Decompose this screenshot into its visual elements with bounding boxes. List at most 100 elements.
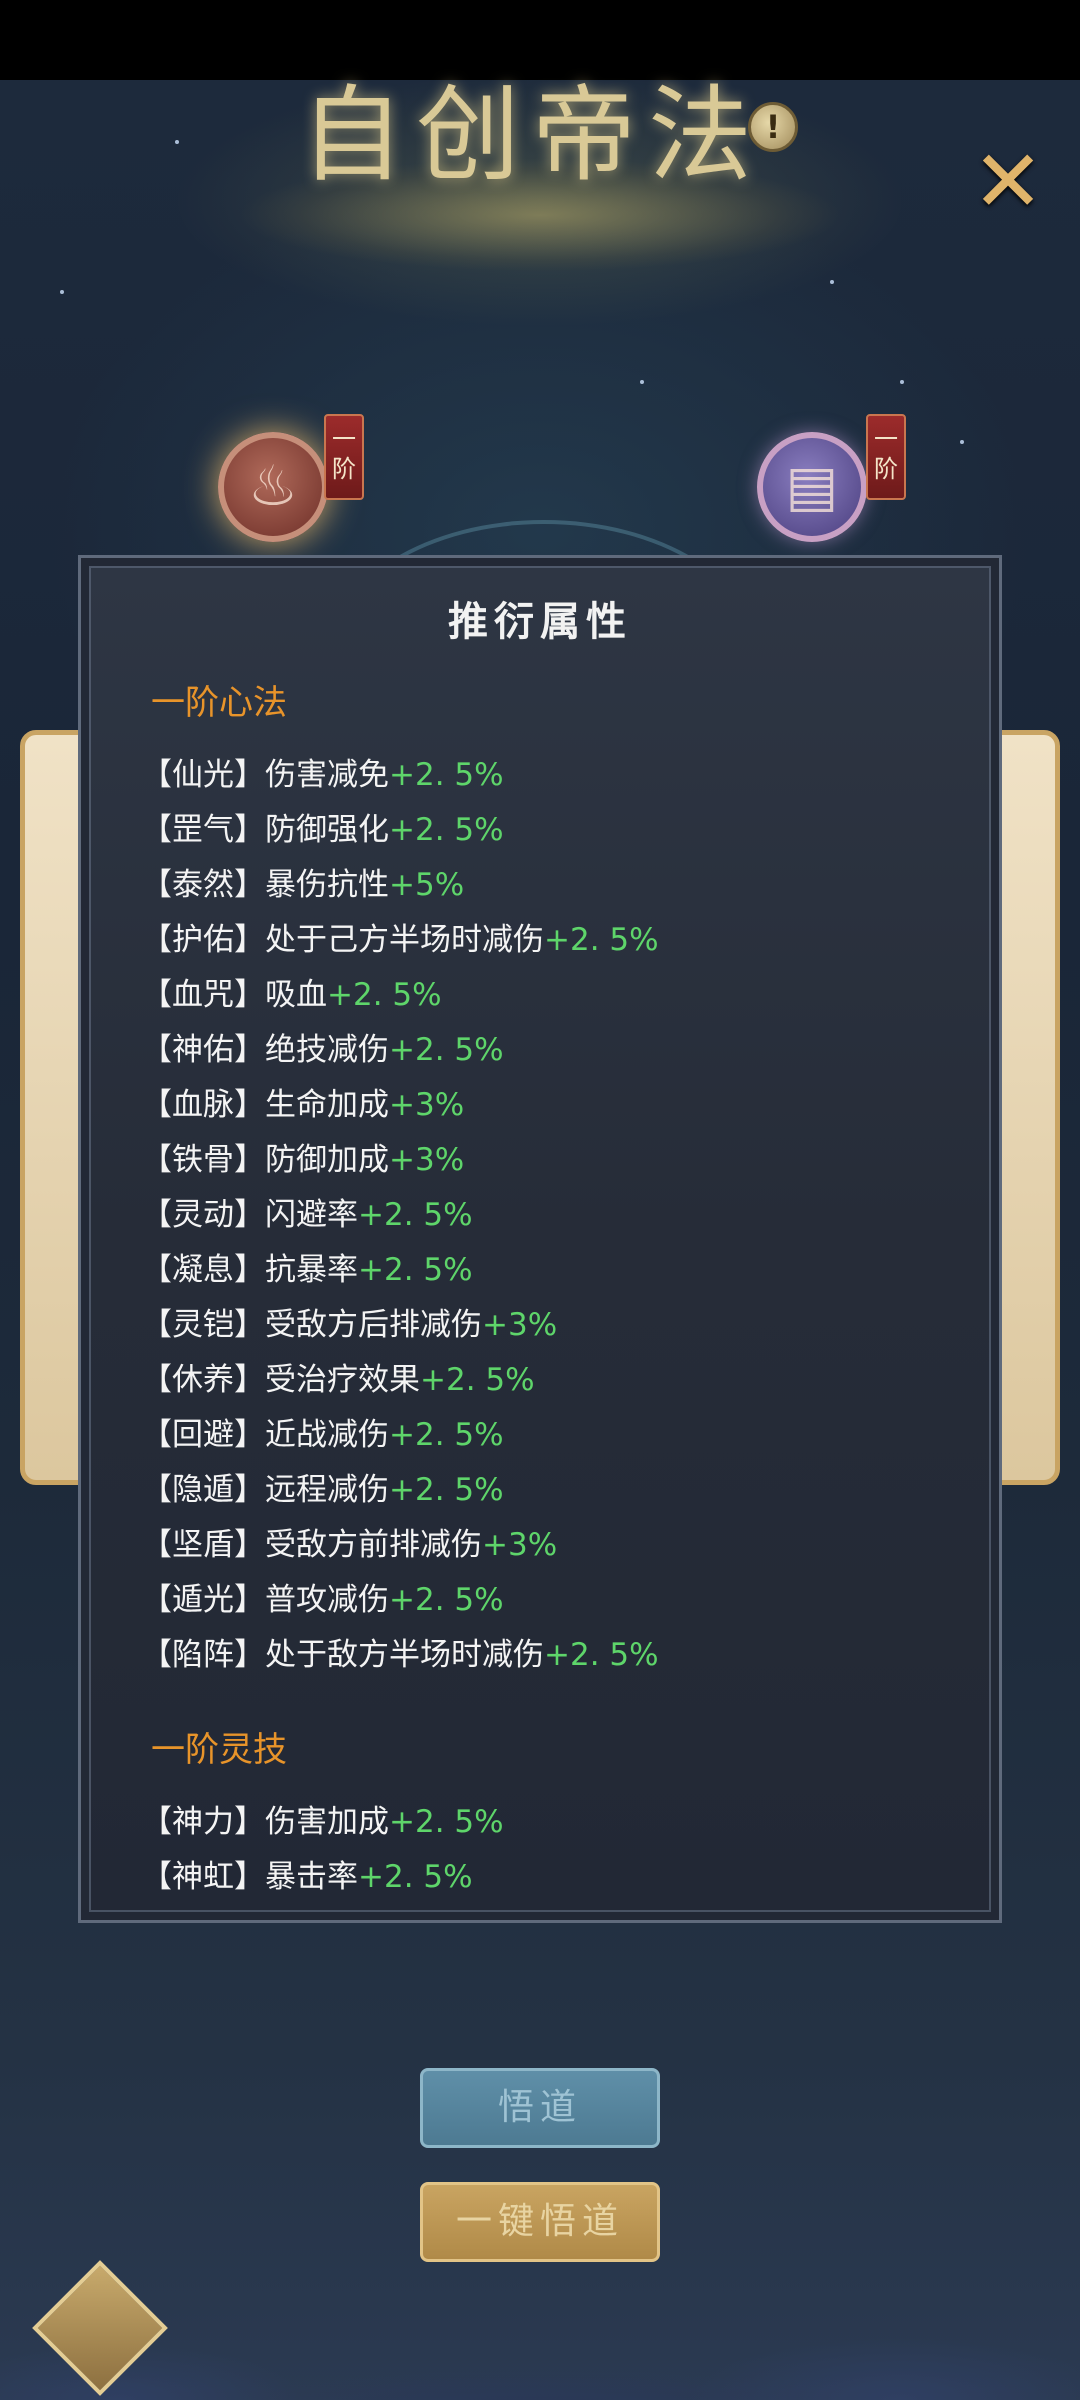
attribute-name: 【神力】: [141, 1804, 265, 1840]
attributes-panel: 推衍属性 一阶心法 【仙光】伤害减免+2. 5% 【罡气】防御强化+2. 5% 【泰然…: [78, 555, 1002, 1923]
attribute-list: 【仙光】伤害减免+2. 5% 【罡气】防御强化+2. 5% 【泰然】暴伤抗性+5% 【…: [141, 748, 999, 1683]
attribute-name: 【遁光】: [141, 1582, 265, 1618]
attribute-desc: 处于己方半场时减伤: [265, 922, 544, 958]
attribute-bonus: +2. 5%: [420, 1362, 535, 1398]
attribute-bonus: +2. 5%: [389, 1472, 504, 1508]
attribute-desc: 绝技减伤: [265, 1032, 389, 1068]
attribute-desc: 伤害减免: [265, 757, 389, 793]
attribute-bonus: +2. 5%: [389, 1417, 504, 1453]
attribute-row: 【遁光】普攻减伤+2. 5%: [141, 1573, 999, 1628]
panel-title: 推衍属性: [448, 598, 632, 645]
attribute-bonus: +2. 5%: [389, 1032, 504, 1068]
attribute-row: 【神虹】暴击率+2. 5%: [141, 1850, 999, 1890]
attribute-bonus: +3%: [482, 1527, 558, 1563]
attribute-row: 【凝息】抗暴率+2. 5%: [141, 1243, 999, 1298]
attribute-name: 【回避】: [141, 1417, 265, 1453]
attribute-row: 【泰然】暴伤抗性+5%: [141, 858, 999, 913]
attribute-name: 【隐遁】: [141, 1472, 265, 1508]
attribute-desc: 防御加成: [265, 1142, 389, 1178]
attribute-row: 【神佑】绝技减伤+2. 5%: [141, 1023, 999, 1078]
attribute-bonus: +2. 5%: [358, 1252, 473, 1288]
attribute-desc: 抗暴率: [265, 1252, 358, 1288]
attribute-bonus: +2. 5%: [358, 1197, 473, 1233]
attribute-bonus: +3%: [389, 1142, 465, 1178]
attribute-desc: 近战减伤: [265, 1417, 389, 1453]
attribute-row: 【血脉】生命加成+3%: [141, 1078, 999, 1133]
attribute-bonus: +5%: [389, 867, 465, 903]
attribute-bonus: +2. 5%: [389, 1582, 504, 1618]
bottom-cloud-decoration: [0, 2270, 1080, 2400]
attribute-name: 【泰然】: [141, 867, 265, 903]
attribute-desc: 远程减伤: [265, 1472, 389, 1508]
attribute-name: 【神虹】: [141, 1859, 265, 1890]
attribute-row: 【铁骨】防御加成+3%: [141, 1133, 999, 1188]
attribute-name: 【陷阵】: [141, 1637, 265, 1673]
attribute-name: 【神佑】: [141, 1032, 265, 1068]
attribute-desc: 闪避率: [265, 1197, 358, 1233]
attribute-desc: 伤害加成: [265, 1804, 389, 1840]
attribute-name: 【灵动】: [141, 1197, 265, 1233]
attribute-desc: 防御强化: [265, 812, 389, 848]
section-title: 一阶心法: [151, 683, 287, 723]
star-decoration: [60, 290, 64, 294]
attribute-bonus: +3%: [389, 1087, 465, 1123]
star-decoration: [640, 380, 644, 384]
attribute-desc: 生命加成: [265, 1087, 389, 1123]
attribute-name: 【灵铠】: [141, 1307, 265, 1343]
attribute-bonus: +2. 5%: [358, 1859, 473, 1890]
attribute-row: 【坚盾】受敌方前排减伤+3%: [141, 1518, 999, 1573]
attribute-name: 【凝息】: [141, 1252, 265, 1288]
attribute-desc: 受治疗效果: [265, 1362, 420, 1398]
attributes-scroll-area[interactable]: 一阶心法 【仙光】伤害减免+2. 5% 【罡气】防御强化+2. 5% 【泰然】暴伤抗性…: [81, 678, 999, 1890]
attribute-desc: 受敌方后排减伤: [265, 1307, 482, 1343]
close-x-icon[interactable]: ✕: [968, 139, 1048, 225]
skill-orb-left[interactable]: ♨: [218, 432, 328, 542]
attribute-row: 【休养】受治疗效果+2. 5%: [141, 1353, 999, 1408]
attribute-bonus: +2. 5%: [389, 812, 504, 848]
attribute-name: 【血咒】: [141, 977, 265, 1013]
page-title: 自创帝法: [300, 74, 765, 196]
star-decoration: [960, 440, 964, 444]
attribute-desc: 受敌方前排减伤: [265, 1527, 482, 1563]
star-decoration: [900, 380, 904, 384]
exclamation-icon[interactable]: !: [748, 102, 798, 152]
attribute-name: 【罡气】: [141, 812, 265, 848]
attribute-row: 【灵动】闪避率+2. 5%: [141, 1188, 999, 1243]
book-icon: ▤: [785, 454, 839, 519]
flame-heart-icon: ♨: [247, 454, 299, 519]
attribute-desc: 吸血: [265, 977, 327, 1013]
attribute-row: 【隐遁】远程减伤+2. 5%: [141, 1463, 999, 1518]
attribute-row: 【仙光】伤害减免+2. 5%: [141, 748, 999, 803]
attribute-name: 【休养】: [141, 1362, 265, 1398]
skill-orb-right[interactable]: ▤: [757, 432, 867, 542]
attribute-bonus: +2. 5%: [544, 922, 659, 958]
section-title: 一阶灵技: [151, 1730, 287, 1770]
attribute-row: 【血咒】吸血+2. 5%: [141, 968, 999, 1023]
attribute-bonus: +3%: [482, 1307, 558, 1343]
attribute-desc: 暴击率: [265, 1859, 358, 1890]
attribute-name: 【坚盾】: [141, 1527, 265, 1563]
attribute-bonus: +2. 5%: [327, 977, 442, 1013]
one-click-wudao-button[interactable]: 一键悟道: [420, 2182, 660, 2262]
attribute-row: 【神力】伤害加成+2. 5%: [141, 1795, 999, 1850]
attribute-row: 【陷阵】处于敌方半场时减伤+2. 5%: [141, 1628, 999, 1683]
attribute-name: 【护佑】: [141, 922, 265, 958]
attribute-row: 【护佑】处于己方半场时减伤+2. 5%: [141, 913, 999, 968]
rank-tag-right: 一阶: [866, 414, 906, 500]
wudao-button[interactable]: 悟道: [420, 2068, 660, 2148]
attribute-row: 【灵铠】受敌方后排减伤+3%: [141, 1298, 999, 1353]
attribute-bonus: +2. 5%: [389, 757, 504, 793]
rank-tag-left: 一阶: [324, 414, 364, 500]
attribute-row: 【回避】近战减伤+2. 5%: [141, 1408, 999, 1463]
attribute-bonus: +2. 5%: [544, 1637, 659, 1673]
attribute-bonus: +2. 5%: [389, 1804, 504, 1840]
attribute-desc: 暴伤抗性: [265, 867, 389, 903]
attribute-name: 【仙光】: [141, 757, 265, 793]
attribute-row: 【罡气】防御强化+2. 5%: [141, 803, 999, 858]
attribute-name: 【铁骨】: [141, 1142, 265, 1178]
attribute-name: 【血脉】: [141, 1087, 265, 1123]
attribute-desc: 普攻减伤: [265, 1582, 389, 1618]
attribute-desc: 处于敌方半场时减伤: [265, 1637, 544, 1673]
attribute-list: 【神力】伤害加成+2. 5% 【神虹】暴击率+2. 5%: [141, 1795, 999, 1890]
